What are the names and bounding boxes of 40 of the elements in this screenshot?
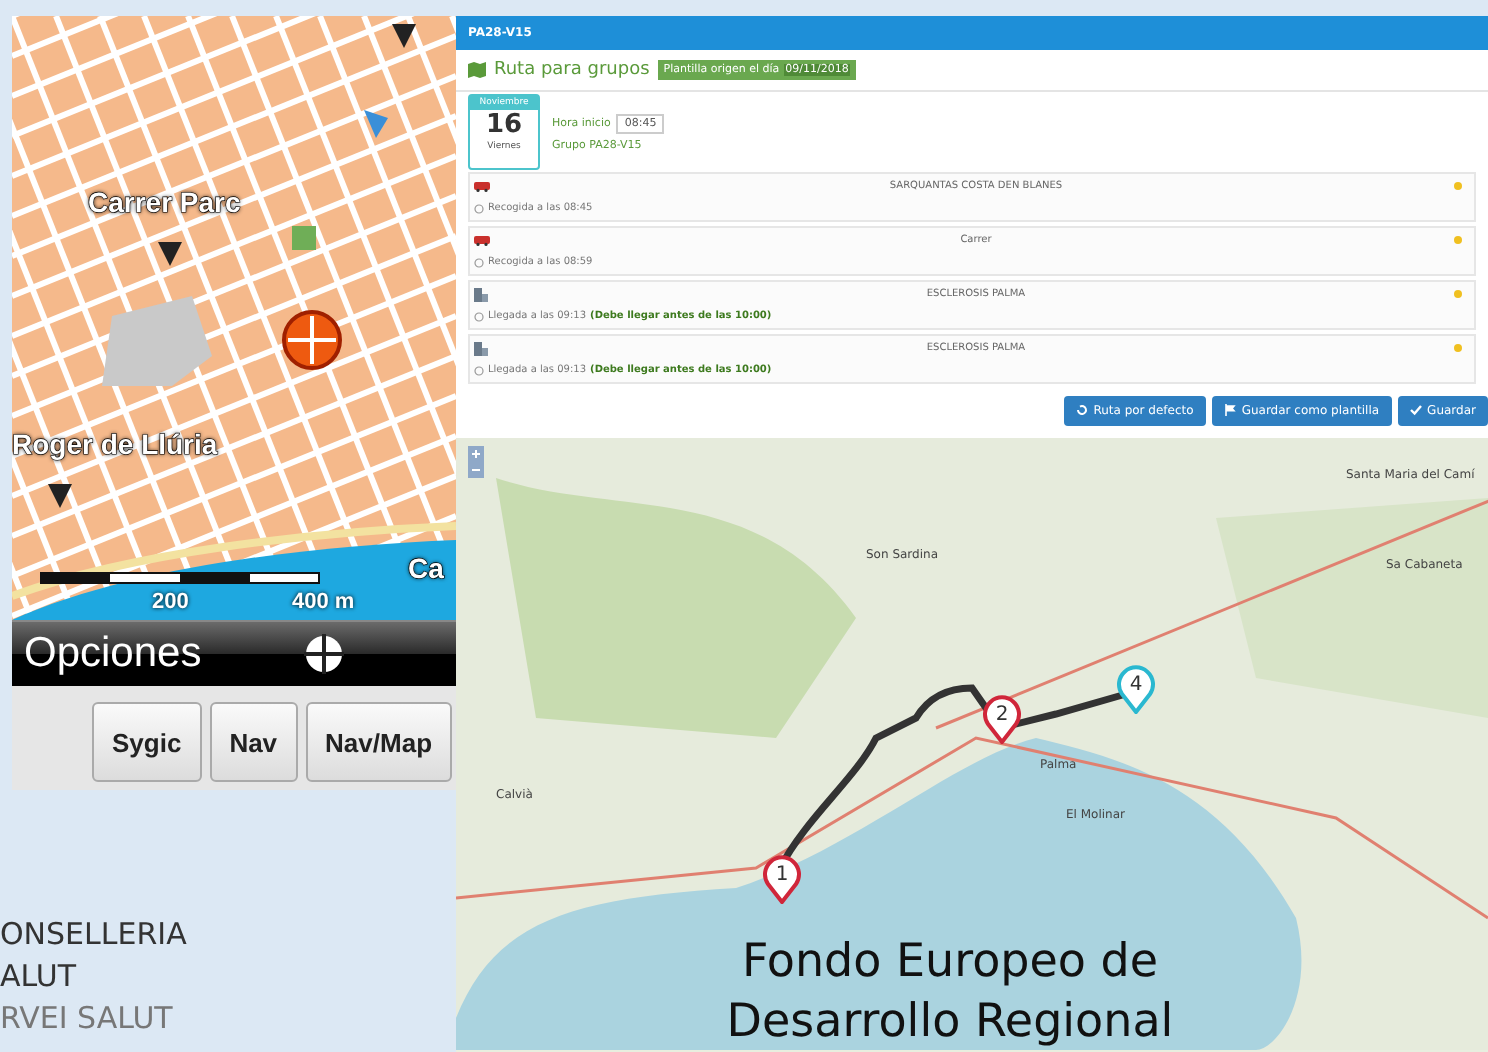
handle-icon[interactable] <box>1454 344 1462 352</box>
scale-label: 400 m <box>292 590 355 614</box>
triangle-marker-icon <box>48 484 72 508</box>
street-label: Roger de Llúria <box>12 428 218 460</box>
logo-text: ONSELLERIA <box>0 914 187 956</box>
bus-icon <box>474 180 490 192</box>
building-icon <box>474 286 488 302</box>
direction-arrow-icon <box>364 110 388 138</box>
handle-icon[interactable] <box>1454 290 1462 298</box>
caption: Fondo Europeo de Desarrollo Regional <box>724 934 1176 1052</box>
map-icon <box>468 62 486 78</box>
street-label: Carrer Parc <box>88 186 241 218</box>
location-marker-icon <box>280 308 344 372</box>
mode-button[interactable]: Nav <box>209 702 298 782</box>
triangle-marker-icon <box>392 24 416 48</box>
options-menu[interactable]: Opciones <box>24 630 202 678</box>
clock-icon <box>474 311 484 321</box>
handle-icon[interactable] <box>1454 182 1462 190</box>
map-pin[interactable]: 1 <box>762 852 802 904</box>
mode-button[interactable]: Nav/Map <box>305 702 453 782</box>
map-pin[interactable]: 2 <box>982 692 1022 744</box>
bus-icon <box>474 234 490 246</box>
clock-icon <box>474 203 484 213</box>
flag-icon <box>1223 404 1236 416</box>
mode-button[interactable]: Sygic <box>92 702 202 782</box>
building-icon <box>474 340 488 356</box>
triangle-marker-icon <box>158 242 182 266</box>
clock-icon <box>474 257 484 267</box>
clock-icon <box>474 365 484 375</box>
logo-text: RVEI SALUT <box>0 998 175 1040</box>
crosshair-icon[interactable] <box>304 634 344 674</box>
map-pin[interactable]: 4 <box>1116 662 1156 714</box>
street-label: Ca <box>408 552 444 584</box>
handle-icon[interactable] <box>1454 236 1462 244</box>
logo-text: ALUT <box>0 956 79 998</box>
scale-label: 200 <box>152 590 189 614</box>
page-heading: Ruta para grupos <box>494 60 650 80</box>
undo-icon <box>1075 404 1088 416</box>
zoom-controls[interactable] <box>468 446 484 478</box>
check-icon <box>1409 404 1422 416</box>
